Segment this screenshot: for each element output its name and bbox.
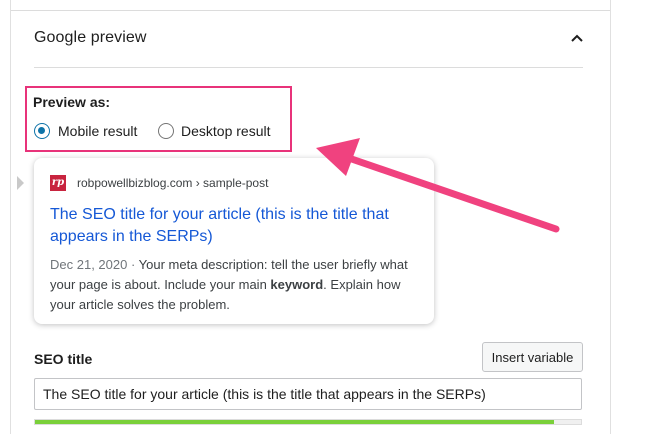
serp-title[interactable]: The SEO title for your article (this is … [50, 204, 410, 248]
serp-preview-card: rp robpowellbizblog.com › sample-post Th… [34, 158, 434, 324]
section-divider [34, 67, 583, 68]
chevron-up-icon[interactable] [570, 33, 584, 43]
serp-keyword: keyword [270, 277, 324, 292]
mobile-result-radio[interactable] [34, 123, 50, 139]
site-favicon-icon: rp [50, 175, 66, 191]
desktop-result-radio[interactable] [158, 123, 174, 139]
serp-separator: · [127, 257, 139, 272]
insert-variable-button[interactable]: Insert variable [482, 342, 583, 372]
desktop-result-label[interactable]: Desktop result [181, 123, 270, 139]
mobile-result-label[interactable]: Mobile result [58, 123, 137, 139]
seo-title-progress-fill [35, 420, 554, 424]
seo-title-progress-bar [34, 419, 582, 425]
seo-title-label: SEO title [34, 351, 93, 367]
serp-url: robpowellbizblog.com › sample-post [77, 176, 269, 190]
serp-date: Dec 21, 2020 [50, 257, 128, 272]
preview-as-label: Preview as: [33, 94, 111, 110]
serp-description: Dec 21, 2020 · Your meta description: te… [50, 255, 415, 315]
section-title: Google preview [34, 29, 147, 46]
expand-triangle-icon[interactable] [17, 176, 24, 190]
seo-title-input[interactable] [34, 378, 582, 410]
panel-top-border [11, 10, 610, 11]
